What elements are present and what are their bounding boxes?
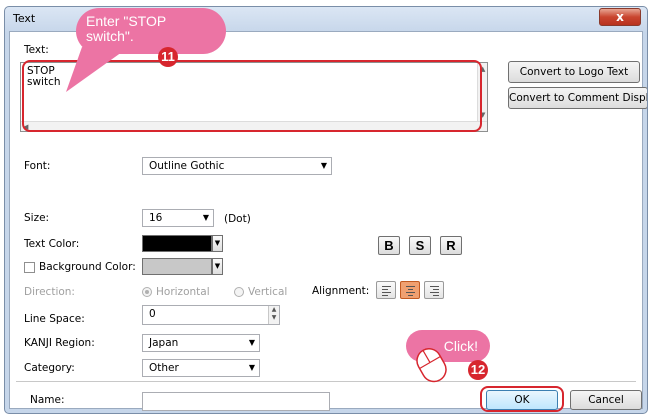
font-select[interactable]: Outline Gothic ▼ — [142, 157, 332, 175]
text-color-label: Text Color: — [24, 238, 80, 250]
enter-text-callout-bubble: Enter "STOP switch". — [76, 8, 226, 54]
enter-text-callout: Enter "STOP switch". 11 — [62, 2, 232, 100]
dialog-title: Text — [13, 12, 36, 25]
font-value: Outline Gothic — [149, 160, 225, 172]
kanji-region-value: Japan — [149, 337, 179, 349]
click-callout: Click! 12 — [402, 326, 502, 388]
size-value: 16 — [149, 212, 163, 224]
spin-up-icon[interactable]: ▲ — [269, 306, 279, 314]
convert-to-logo-text-button[interactable]: Convert to Logo Text — [508, 61, 640, 83]
size-unit: (Dot) — [224, 213, 251, 225]
text-color-swatch[interactable] — [142, 235, 212, 252]
background-color-swatch[interactable] — [142, 258, 212, 275]
align-right-button[interactable] — [424, 281, 444, 299]
chevron-down-icon: ▼ — [248, 363, 255, 372]
cancel-button[interactable]: Cancel — [570, 390, 642, 410]
convert-to-comment-display-button[interactable]: Convert to Comment Display — [508, 87, 647, 109]
enter-text-callout-text: Enter "STOP switch". — [86, 13, 166, 44]
direction-label: Direction: — [24, 286, 75, 298]
separator — [16, 381, 636, 382]
background-color-checkbox[interactable] — [24, 262, 35, 273]
shadow-button[interactable]: S — [409, 236, 431, 255]
kanji-region-label: KANJI Region: — [24, 337, 95, 349]
chevron-down-icon: ▼ — [320, 161, 327, 170]
chevron-down-icon: ▼ — [202, 213, 209, 222]
chevron-down-icon: ▼ — [214, 239, 221, 247]
step-12-badge: 12 — [468, 360, 488, 380]
category-value: Other — [149, 362, 179, 374]
align-left-button[interactable] — [376, 281, 396, 299]
line-space-label: Line Space: — [24, 313, 85, 325]
category-label: Category: — [24, 362, 75, 374]
align-center-button[interactable] — [400, 281, 420, 299]
text-label: Text: — [24, 44, 49, 56]
chevron-down-icon: ▼ — [248, 338, 255, 347]
ok-button[interactable]: OK — [486, 390, 558, 410]
name-input[interactable] — [142, 392, 330, 411]
alignment-label: Alignment: — [312, 285, 370, 297]
size-label: Size: — [24, 212, 50, 224]
font-label: Font: — [24, 160, 51, 172]
kanji-region-select[interactable]: Japan ▼ — [142, 334, 260, 352]
direction-vertical-label: Vertical — [248, 286, 288, 298]
bold-button[interactable]: B — [378, 236, 400, 255]
name-label: Name: — [30, 394, 65, 406]
chevron-down-icon: ▼ — [214, 262, 221, 270]
mouse-icon — [416, 348, 447, 383]
close-button[interactable]: x — [599, 8, 641, 26]
direction-horizontal-radio[interactable] — [142, 287, 152, 297]
background-color-dropdown[interactable]: ▼ — [212, 258, 223, 275]
step-11-badge: 11 — [158, 47, 178, 67]
category-select[interactable]: Other ▼ — [142, 359, 260, 377]
background-color-label: Background Color: — [39, 261, 136, 273]
line-space-input[interactable]: 0 ▲ ▼ — [142, 305, 280, 325]
size-select[interactable]: 16 ▼ — [142, 209, 214, 227]
line-space-value: 0 — [149, 308, 156, 320]
line-space-spinner[interactable]: ▲ ▼ — [268, 306, 279, 324]
text-color-dropdown[interactable]: ▼ — [212, 235, 223, 252]
spin-down-icon[interactable]: ▼ — [269, 314, 279, 322]
reverse-button[interactable]: R — [440, 236, 462, 255]
direction-vertical-radio[interactable] — [234, 287, 244, 297]
direction-horizontal-label: Horizontal — [156, 286, 210, 298]
